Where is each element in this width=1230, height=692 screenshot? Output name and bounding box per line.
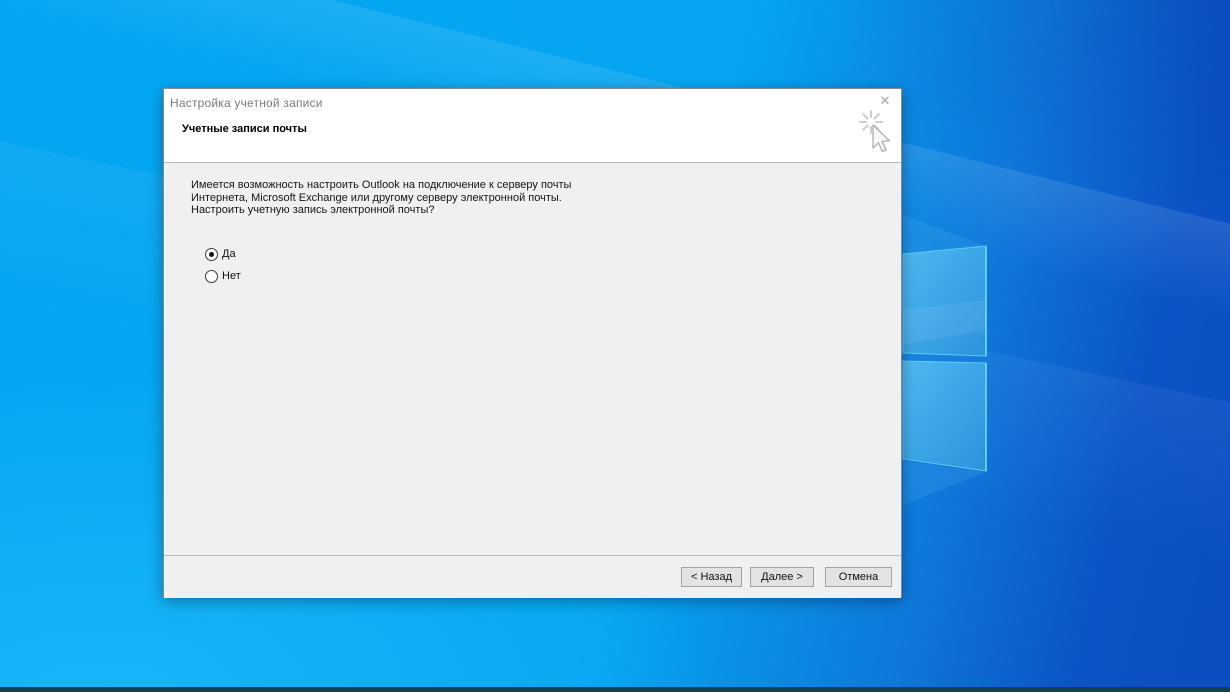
radio-yes-label[interactable]: Да [222, 248, 236, 260]
dialog-header: Настройка учетной записи ✕ Учетные запис… [164, 89, 901, 163]
radio-yes-circle[interactable] [205, 248, 218, 261]
radio-option-no[interactable]: Нет [205, 269, 241, 283]
next-button[interactable]: Далее > [750, 567, 814, 587]
dialog-footer: < Назад Далее > Отмена [164, 556, 901, 598]
cancel-button[interactable]: Отмена [825, 567, 892, 587]
busy-cursor-icon [858, 109, 904, 157]
back-button[interactable]: < Назад [681, 567, 742, 587]
radio-no-circle[interactable] [205, 270, 218, 283]
setup-account-radio-group: Да Нет [205, 247, 241, 291]
radio-no-label[interactable]: Нет [222, 270, 241, 282]
intro-text-line1: Имеется возможность настроить Outlook на… [191, 179, 571, 192]
taskbar-strip [0, 687, 1230, 692]
dialog-title: Настройка учетной записи [170, 96, 323, 110]
intro-text: Имеется возможность настроить Outlook на… [191, 179, 571, 217]
intro-text-line2: Интернета, Microsoft Exchange или другом… [191, 192, 571, 205]
desktop: { "desktop": { "wallpaper_colors": { "le… [0, 0, 1230, 692]
dialog-content: Имеется возможность настроить Outlook на… [164, 163, 901, 556]
intro-text-line3: Настроить учетную запись электронной поч… [191, 204, 571, 217]
close-icon[interactable]: ✕ [876, 92, 894, 110]
account-setup-dialog: Настройка учетной записи ✕ Учетные запис… [163, 88, 902, 597]
radio-option-yes[interactable]: Да [205, 247, 241, 261]
dialog-subtitle: Учетные записи почты [182, 123, 307, 135]
